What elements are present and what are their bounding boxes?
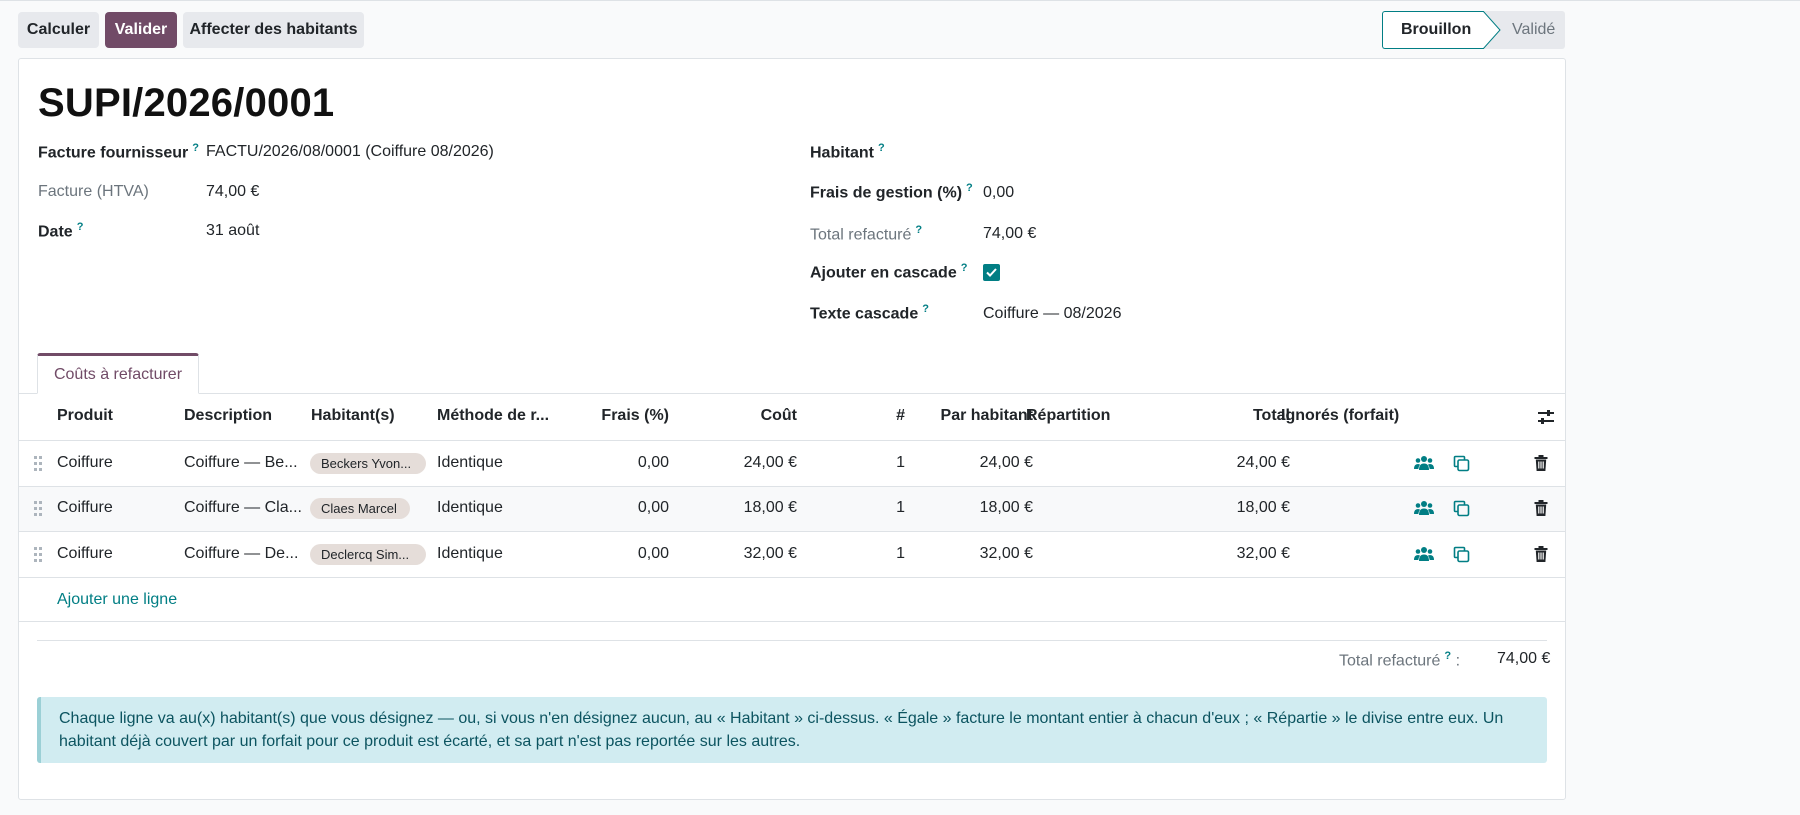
total-refacture-value: 74,00 € [983,225,1037,242]
help-icon[interactable]: ? [192,142,199,154]
habitant-label: Habitant? [810,142,885,162]
cell-description[interactable]: Coiffure — Cla... [184,499,302,517]
cell-par-habitant: 18,00 € [979,499,1033,516]
texte-cascade-label: Texte cascade? [810,303,929,323]
cell-methode[interactable]: Identique [437,545,503,563]
cell-description[interactable]: Coiffure — Be... [184,454,298,472]
table-row[interactable]: Coiffure Coiffure — De... Declercq Sim..… [19,533,1565,578]
habitant-tag[interactable]: Declercq Sim... [310,544,426,565]
calculer-button[interactable]: Calculer [18,12,99,48]
users-icon[interactable] [1414,455,1434,471]
cell-methode[interactable]: Identique [437,499,503,517]
settings-sliders-icon[interactable] [1537,409,1555,425]
facture-htva-label: Facture (HTVA) [38,183,149,200]
drag-handle-icon[interactable] [33,500,43,517]
stage-brouillon[interactable]: Brouillon [1382,11,1484,49]
column-ignores[interactable]: Ignorés (forfait) [1281,407,1399,425]
table-row[interactable]: Coiffure Coiffure — Cla... Claes Marcel … [19,487,1565,532]
users-icon[interactable] [1414,546,1434,562]
column-description[interactable]: Description [184,407,272,425]
texte-cascade-field[interactable]: Coiffure — 08/2026 [983,305,1121,323]
total-refacture-label: Total refacturé? [810,224,923,244]
trash-icon[interactable] [1534,546,1548,562]
status-bar: Brouillon Validé [1382,11,1565,49]
habitant-tag[interactable]: Beckers Yvon... [310,453,426,474]
date-label: Date? [38,221,84,241]
tab-couts-a-refacturer[interactable]: Coûts à refacturer [37,353,199,394]
stage-valide[interactable]: Validé [1512,11,1555,49]
footer-total-label: Total refacturé? : [1339,650,1461,670]
frais-gestion-field[interactable]: 0,00 [983,184,1014,202]
column-produit[interactable]: Produit [57,407,113,425]
column-repartition[interactable]: Répartition [1026,407,1110,425]
cell-cout[interactable]: 24,00 € [709,454,797,472]
cell-count: 1 [896,545,905,562]
cell-methode[interactable]: Identique [437,454,503,472]
column-count[interactable]: # [859,407,905,425]
trash-icon[interactable] [1534,455,1548,471]
table-row[interactable]: Coiffure Coiffure — Be... Beckers Yvon..… [19,442,1565,487]
cell-total: 24,00 € [1236,454,1290,471]
cell-count: 1 [896,454,905,471]
footer-total-value: 74,00 € [1497,650,1551,667]
drag-handle-icon[interactable] [33,546,43,563]
form-sheet: SUPI/2026/0001 Facture fournisseur? FACT… [18,58,1566,800]
cell-count: 1 [896,499,905,516]
frais-gestion-label: Frais de gestion (%)? [810,182,973,202]
ajouter-cascade-label: Ajouter en cascade? [810,262,968,282]
duplicate-icon[interactable] [1453,500,1470,517]
duplicate-icon[interactable] [1453,455,1470,472]
duplicate-icon[interactable] [1453,546,1470,563]
cell-produit[interactable]: Coiffure [57,545,113,563]
add-line-row: Ajouter une ligne [19,579,1565,622]
cell-description[interactable]: Coiffure — De... [184,545,298,563]
cell-total: 18,00 € [1236,499,1290,516]
cell-frais[interactable]: 0,00 [579,545,669,563]
record-title: SUPI/2026/0001 [38,81,335,125]
habitant-tag[interactable]: Claes Marcel [310,498,410,519]
drag-handle-icon[interactable] [33,455,43,472]
ajouter-cascade-checkbox[interactable] [983,264,1000,281]
users-icon[interactable] [1414,500,1434,516]
column-cout[interactable]: Coût [709,407,797,425]
table-header: Produit Description Habitant(s) Méthode … [19,394,1565,441]
valider-button[interactable]: Valider [105,12,177,48]
trash-icon[interactable] [1534,500,1548,516]
column-total[interactable]: Total [1169,407,1290,425]
info-alert: Chaque ligne va au(x) habitant(s) que vo… [37,697,1547,763]
help-icon[interactable]: ? [961,262,968,274]
column-frais[interactable]: Frais (%) [579,407,669,425]
facture-fournisseur-label: Facture fournisseur? [38,142,199,162]
divider [37,640,1547,641]
help-icon[interactable]: ? [915,224,922,236]
add-line-link[interactable]: Ajouter une ligne [57,591,177,609]
cell-produit[interactable]: Coiffure [57,454,113,472]
column-par-habitant[interactable]: Par habitant [919,407,1033,425]
help-icon[interactable]: ? [878,142,885,154]
help-icon[interactable]: ? [922,303,929,315]
habitant-field[interactable] [983,143,1383,163]
cell-par-habitant: 24,00 € [979,454,1033,471]
cell-frais[interactable]: 0,00 [579,454,669,472]
column-methode[interactable]: Méthode de r... [437,407,549,425]
cell-par-habitant: 32,00 € [979,545,1033,562]
help-icon[interactable]: ? [77,221,84,233]
cell-frais[interactable]: 0,00 [579,499,669,517]
facture-htva-value: 74,00 € [206,183,260,200]
column-habitants[interactable]: Habitant(s) [311,407,395,425]
cell-produit[interactable]: Coiffure [57,499,113,517]
date-field[interactable]: 31 août [206,222,259,240]
cell-total: 32,00 € [1236,545,1290,562]
cell-cout[interactable]: 18,00 € [709,499,797,517]
help-icon[interactable]: ? [966,182,973,194]
affecter-habitants-button[interactable]: Affecter des habitants [183,12,364,48]
stage-arrow-icon [1483,11,1501,49]
facture-fournisseur-field[interactable]: FACTU/2026/08/0001 (Coiffure 08/2026) [206,143,494,161]
cell-cout[interactable]: 32,00 € [709,545,797,563]
check-icon [986,268,997,277]
